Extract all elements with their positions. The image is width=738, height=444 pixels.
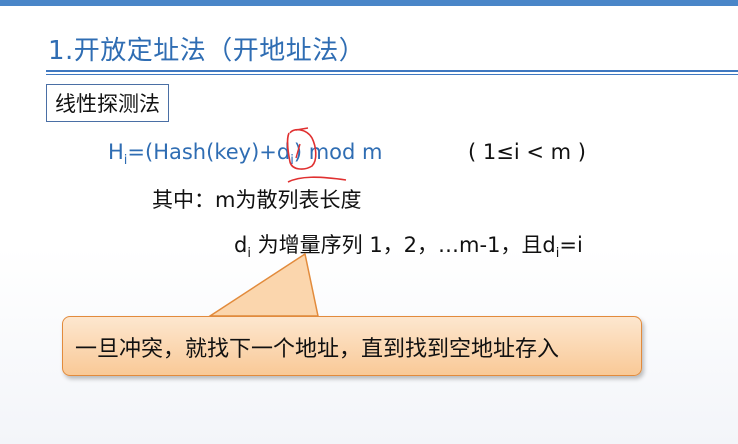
callout-pointer	[207, 252, 319, 317]
callout-box: 一旦冲突，就找下一个地址，直到找到空地址存入	[62, 316, 642, 376]
hand-underline-annotation	[287, 176, 347, 183]
annotation-layer	[207, 127, 347, 317]
hand-circle-annotation	[286, 128, 317, 170]
callout-text: 一旦冲突，就找下一个地址，直到找到空地址存入	[75, 337, 560, 362]
